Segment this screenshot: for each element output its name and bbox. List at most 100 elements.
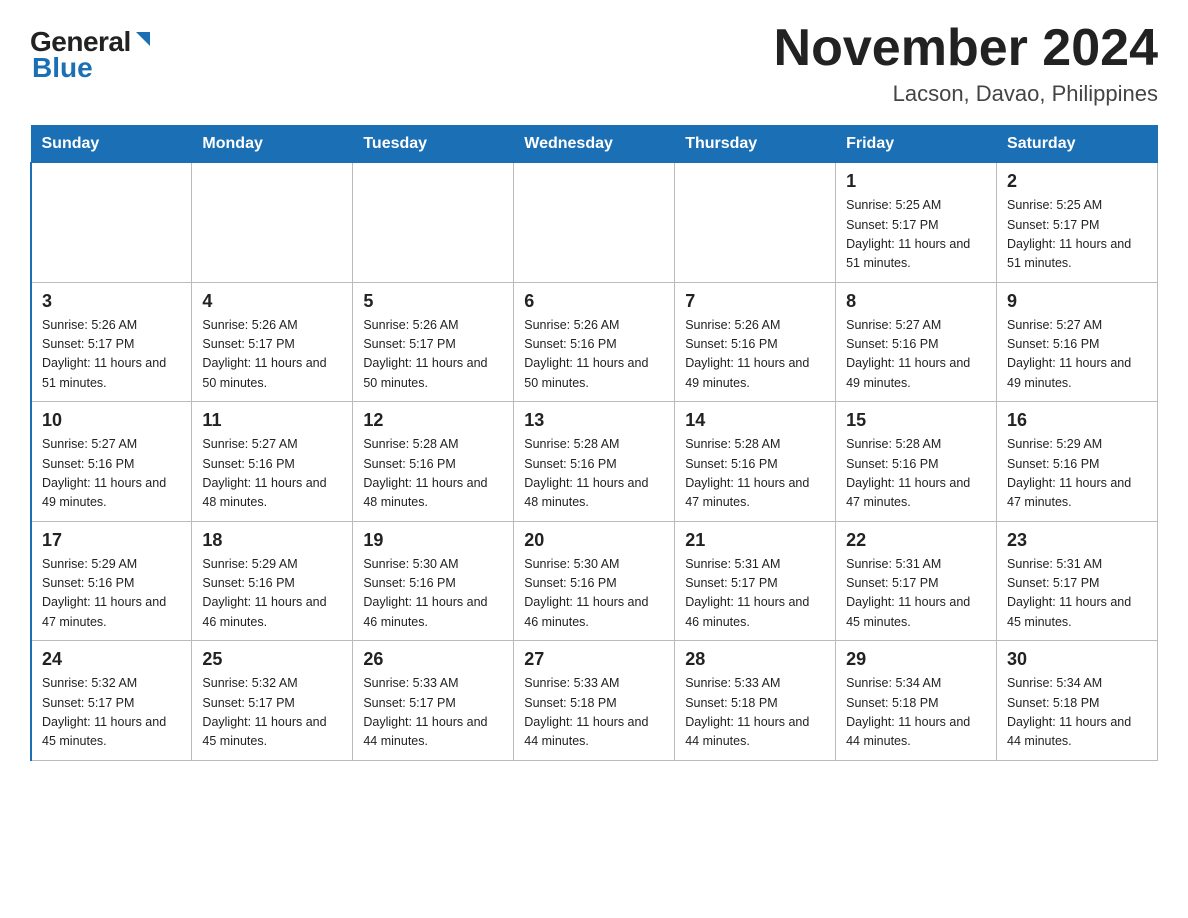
day-info: Sunrise: 5:25 AM Sunset: 5:17 PM Dayligh… (1007, 196, 1147, 274)
day-number: 10 (42, 410, 181, 431)
day-number: 4 (202, 291, 342, 312)
calendar-cell: 25Sunrise: 5:32 AM Sunset: 5:17 PM Dayli… (192, 641, 353, 761)
day-number: 27 (524, 649, 664, 670)
calendar-cell: 12Sunrise: 5:28 AM Sunset: 5:16 PM Dayli… (353, 402, 514, 522)
calendar-cell: 4 Sunrise: 5:26 AM Sunset: 5:17 PM Daylig… (192, 282, 353, 402)
calendar-cell: 14Sunrise: 5:28 AM Sunset: 5:16 PM Dayli… (675, 402, 836, 522)
calendar-cell: 18 Sunrise: 5:29 AM Sunset: 5:16 PM Dayli… (192, 521, 353, 641)
day-number: 25 (202, 649, 342, 670)
day-number: 29 (846, 649, 986, 670)
calendar-table: SundayMondayTuesdayWednesdayThursdayFrid… (30, 125, 1158, 761)
calendar-cell (192, 163, 353, 283)
day-number: 20 (524, 530, 664, 551)
calendar-cell: 19 Sunrise: 5:30 AM Sunset: 5:16 PM Dayli… (353, 521, 514, 641)
calendar-cell: 13 Sunrise: 5:28 AM Sunset: 5:16 PM Dayli… (514, 402, 675, 522)
day-info: Sunrise: 5:27 AM Sunset: 5:16 PM Dayligh… (846, 316, 986, 394)
calendar-week-row: 10 Sunrise: 5:27 AM Sunset: 5:16 PM Dayli… (31, 402, 1158, 522)
logo-triangle-icon (132, 28, 154, 50)
weekday-header-wednesday: Wednesday (514, 126, 675, 163)
day-info: Sunrise: 5:26 AM Sunset: 5:17 PM Dayligh… (42, 316, 181, 394)
calendar-cell (675, 163, 836, 283)
day-info: Sunrise: 5:27 AM Sunset: 5:16 PM Dayligh… (42, 435, 181, 513)
day-number: 6 (524, 291, 664, 312)
weekday-header-tuesday: Tuesday (353, 126, 514, 163)
day-info: Sunrise: 5:29 AM Sunset: 5:16 PM Dayligh… (202, 555, 342, 633)
day-info: Sunrise: 5:28 AM Sunset: 5:16 PM Dayligh… (846, 435, 986, 513)
day-number: 3 (42, 291, 181, 312)
calendar-cell: 23Sunrise: 5:31 AM Sunset: 5:17 PM Dayli… (997, 521, 1158, 641)
day-info: Sunrise: 5:32 AM Sunset: 5:17 PM Dayligh… (42, 674, 181, 752)
day-number: 7 (685, 291, 825, 312)
day-number: 9 (1007, 291, 1147, 312)
calendar-cell: 16 Sunrise: 5:29 AM Sunset: 5:16 PM Dayli… (997, 402, 1158, 522)
calendar-cell: 15Sunrise: 5:28 AM Sunset: 5:16 PM Dayli… (836, 402, 997, 522)
day-info: Sunrise: 5:26 AM Sunset: 5:16 PM Dayligh… (524, 316, 664, 394)
page-subtitle: Lacson, Davao, Philippines (774, 81, 1158, 107)
day-number: 30 (1007, 649, 1147, 670)
calendar-cell: 10 Sunrise: 5:27 AM Sunset: 5:16 PM Dayli… (31, 402, 192, 522)
day-number: 17 (42, 530, 181, 551)
weekday-header-thursday: Thursday (675, 126, 836, 163)
day-info: Sunrise: 5:33 AM Sunset: 5:17 PM Dayligh… (363, 674, 503, 752)
calendar-cell: 1 Sunrise: 5:25 AM Sunset: 5:17 PM Daylig… (836, 163, 997, 283)
calendar-cell: 7 Sunrise: 5:26 AM Sunset: 5:16 PM Daylig… (675, 282, 836, 402)
calendar-cell: 27 Sunrise: 5:33 AM Sunset: 5:18 PM Dayli… (514, 641, 675, 761)
day-info: Sunrise: 5:30 AM Sunset: 5:16 PM Dayligh… (524, 555, 664, 633)
day-number: 8 (846, 291, 986, 312)
calendar-week-row: 17 Sunrise: 5:29 AM Sunset: 5:16 PM Dayli… (31, 521, 1158, 641)
calendar-cell: 29Sunrise: 5:34 AM Sunset: 5:18 PM Dayli… (836, 641, 997, 761)
day-number: 16 (1007, 410, 1147, 431)
weekday-header-monday: Monday (192, 126, 353, 163)
day-info: Sunrise: 5:31 AM Sunset: 5:17 PM Dayligh… (685, 555, 825, 633)
day-info: Sunrise: 5:29 AM Sunset: 5:16 PM Dayligh… (1007, 435, 1147, 513)
calendar-cell: 20 Sunrise: 5:30 AM Sunset: 5:16 PM Dayli… (514, 521, 675, 641)
day-number: 5 (363, 291, 503, 312)
calendar-cell: 24 Sunrise: 5:32 AM Sunset: 5:17 PM Dayli… (31, 641, 192, 761)
day-info: Sunrise: 5:34 AM Sunset: 5:18 PM Dayligh… (1007, 674, 1147, 752)
calendar-cell: 17 Sunrise: 5:29 AM Sunset: 5:16 PM Dayli… (31, 521, 192, 641)
calendar-cell: 11Sunrise: 5:27 AM Sunset: 5:16 PM Dayli… (192, 402, 353, 522)
calendar-week-row: 3 Sunrise: 5:26 AM Sunset: 5:17 PM Daylig… (31, 282, 1158, 402)
calendar-cell: 8 Sunrise: 5:27 AM Sunset: 5:16 PM Daylig… (836, 282, 997, 402)
day-info: Sunrise: 5:26 AM Sunset: 5:17 PM Dayligh… (202, 316, 342, 394)
day-info: Sunrise: 5:33 AM Sunset: 5:18 PM Dayligh… (685, 674, 825, 752)
weekday-header-sunday: Sunday (31, 126, 192, 163)
day-number: 1 (846, 171, 986, 192)
day-info: Sunrise: 5:29 AM Sunset: 5:16 PM Dayligh… (42, 555, 181, 633)
day-number: 14 (685, 410, 825, 431)
day-info: Sunrise: 5:33 AM Sunset: 5:18 PM Dayligh… (524, 674, 664, 752)
day-number: 24 (42, 649, 181, 670)
calendar-cell: 21 Sunrise: 5:31 AM Sunset: 5:17 PM Dayli… (675, 521, 836, 641)
logo: General Blue (30, 20, 154, 84)
day-number: 28 (685, 649, 825, 670)
page-header: General Blue November 2024 Lacson, Davao… (30, 20, 1158, 107)
calendar-cell: 28 Sunrise: 5:33 AM Sunset: 5:18 PM Dayli… (675, 641, 836, 761)
day-info: Sunrise: 5:27 AM Sunset: 5:16 PM Dayligh… (1007, 316, 1147, 394)
day-number: 12 (363, 410, 503, 431)
day-info: Sunrise: 5:26 AM Sunset: 5:16 PM Dayligh… (685, 316, 825, 394)
day-number: 18 (202, 530, 342, 551)
weekday-header-saturday: Saturday (997, 126, 1158, 163)
page-title: November 2024 (774, 20, 1158, 77)
calendar-header-row: SundayMondayTuesdayWednesdayThursdayFrid… (31, 126, 1158, 163)
day-number: 19 (363, 530, 503, 551)
title-block: November 2024 Lacson, Davao, Philippines (774, 20, 1158, 107)
calendar-cell: 3 Sunrise: 5:26 AM Sunset: 5:17 PM Daylig… (31, 282, 192, 402)
calendar-cell: 9 Sunrise: 5:27 AM Sunset: 5:16 PM Daylig… (997, 282, 1158, 402)
day-info: Sunrise: 5:31 AM Sunset: 5:17 PM Dayligh… (846, 555, 986, 633)
calendar-cell: 22 Sunrise: 5:31 AM Sunset: 5:17 PM Dayli… (836, 521, 997, 641)
day-number: 26 (363, 649, 503, 670)
day-info: Sunrise: 5:30 AM Sunset: 5:16 PM Dayligh… (363, 555, 503, 633)
calendar-cell (514, 163, 675, 283)
calendar-week-row: 1 Sunrise: 5:25 AM Sunset: 5:17 PM Daylig… (31, 163, 1158, 283)
day-number: 13 (524, 410, 664, 431)
calendar-cell: 5Sunrise: 5:26 AM Sunset: 5:17 PM Daylig… (353, 282, 514, 402)
calendar-cell (353, 163, 514, 283)
day-number: 22 (846, 530, 986, 551)
day-info: Sunrise: 5:28 AM Sunset: 5:16 PM Dayligh… (524, 435, 664, 513)
day-number: 21 (685, 530, 825, 551)
day-number: 11 (202, 410, 342, 431)
calendar-week-row: 24 Sunrise: 5:32 AM Sunset: 5:17 PM Dayli… (31, 641, 1158, 761)
day-number: 2 (1007, 171, 1147, 192)
day-info: Sunrise: 5:25 AM Sunset: 5:17 PM Dayligh… (846, 196, 986, 274)
